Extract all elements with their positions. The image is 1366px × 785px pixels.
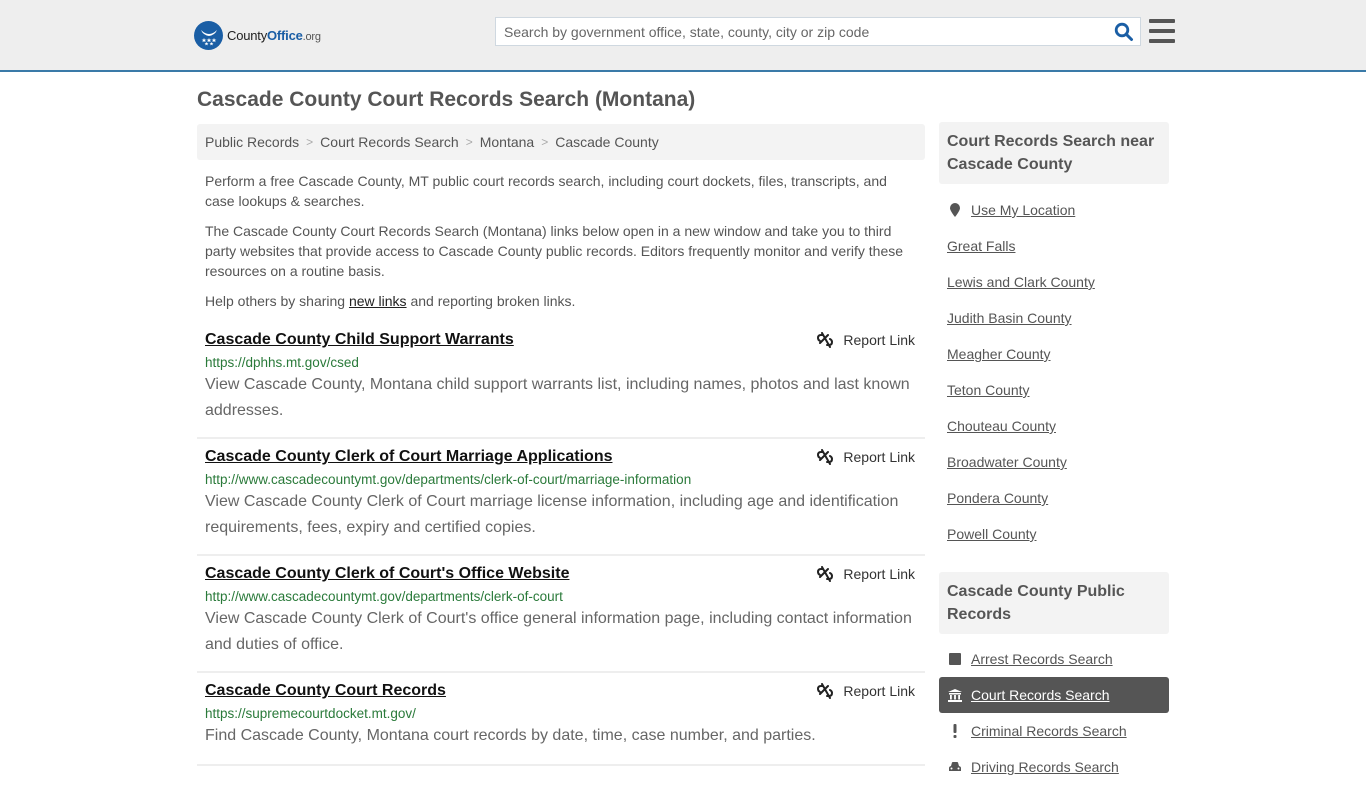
breadcrumb: Public Records > Court Records Search > … xyxy=(197,124,925,160)
result-description: View Cascade County Clerk of Court's off… xyxy=(205,610,912,653)
new-links-link[interactable]: new links xyxy=(349,293,407,309)
nearby-link[interactable]: Pondera County xyxy=(947,490,1048,506)
nearby-item[interactable]: Great Falls xyxy=(939,228,1169,264)
broken-link-icon xyxy=(817,566,834,582)
result-url: http://www.cascadecountymt.gov/departmen… xyxy=(205,472,692,487)
nearby-link[interactable]: Meagher County xyxy=(947,346,1051,362)
result-item: Cascade County Court Records Report Link… xyxy=(197,673,925,766)
breadcrumb-separator-icon: > xyxy=(465,135,473,149)
site-header: CountyOffice.org xyxy=(0,0,1366,72)
broken-link-icon xyxy=(817,449,834,465)
car-icon xyxy=(947,761,963,773)
intro-text-after: and reporting broken links. xyxy=(406,293,576,309)
intro-paragraph-2: The Cascade County Court Records Search … xyxy=(205,223,904,279)
map-pin-icon xyxy=(947,202,963,218)
public-records-section-title: Cascade County Public Records xyxy=(939,572,1169,634)
nearby-link[interactable]: Great Falls xyxy=(947,238,1015,254)
square-icon xyxy=(947,653,963,665)
result-title-link[interactable]: Cascade County Clerk of Court's Office W… xyxy=(205,565,569,583)
nearby-list: Use My Location Great Falls Lewis and Cl… xyxy=(939,192,1169,552)
breadcrumb-court-records-search[interactable]: Court Records Search xyxy=(320,134,459,150)
result-description: View Cascade County Clerk of Court marri… xyxy=(205,493,899,536)
breadcrumb-montana[interactable]: Montana xyxy=(480,134,534,150)
report-link-label: Report Link xyxy=(843,332,915,348)
search-bar xyxy=(495,17,1141,46)
result-description: Find Cascade County, Montana court recor… xyxy=(205,727,816,744)
breadcrumb-separator-icon: > xyxy=(541,135,549,149)
sidebar-item-driving-records[interactable]: Driving Records Search xyxy=(939,749,1169,785)
nearby-link[interactable]: Judith Basin County xyxy=(947,310,1072,326)
intro-paragraph-1: Perform a free Cascade County, MT public… xyxy=(205,173,887,209)
logo-text-county: County xyxy=(227,28,267,43)
exclamation-icon xyxy=(947,724,963,738)
sidebar-link[interactable]: Criminal Records Search xyxy=(971,723,1127,739)
sidebar-item-court-records[interactable]: Court Records Search xyxy=(939,677,1169,713)
nearby-item[interactable]: Chouteau County xyxy=(939,408,1169,444)
result-description: View Cascade County, Montana child suppo… xyxy=(205,376,910,419)
use-my-location-item[interactable]: Use My Location xyxy=(939,192,1169,228)
sidebar-link[interactable]: Driving Records Search xyxy=(971,759,1119,775)
breadcrumb-public-records[interactable]: Public Records xyxy=(205,134,299,150)
nearby-link[interactable]: Broadwater County xyxy=(947,454,1067,470)
nearby-link[interactable]: Powell County xyxy=(947,526,1037,542)
logo-text-org: .org xyxy=(302,31,321,43)
intro-text-before: Help others by sharing xyxy=(205,293,349,309)
nearby-item[interactable]: Powell County xyxy=(939,516,1169,552)
search-icon xyxy=(1114,22,1133,41)
nearby-link[interactable]: Chouteau County xyxy=(947,418,1056,434)
logo-text-office: Office xyxy=(267,28,303,43)
page-title: Cascade County Court Records Search (Mon… xyxy=(197,88,696,111)
result-title-link[interactable]: Cascade County Court Records xyxy=(205,682,446,700)
nearby-section-title: Court Records Search near Cascade County xyxy=(939,122,1169,184)
public-records-list: Arrest Records Search Court Records Sear… xyxy=(939,641,1169,785)
breadcrumb-separator-icon: > xyxy=(306,135,314,149)
nearby-item[interactable]: Broadwater County xyxy=(939,444,1169,480)
nearby-item[interactable]: Teton County xyxy=(939,372,1169,408)
sidebar-link[interactable]: Court Records Search xyxy=(971,687,1110,703)
logo-text: CountyOffice.org xyxy=(227,28,321,43)
courthouse-icon xyxy=(947,688,963,702)
eagle-logo-icon xyxy=(194,21,223,50)
hamburger-menu-icon[interactable] xyxy=(1149,19,1175,43)
logo-link[interactable]: CountyOffice.org xyxy=(194,21,321,50)
use-my-location-link[interactable]: Use My Location xyxy=(971,202,1075,218)
nearby-item[interactable]: Meagher County xyxy=(939,336,1169,372)
nearby-item[interactable]: Pondera County xyxy=(939,480,1169,516)
report-link-label: Report Link xyxy=(843,566,915,582)
search-button[interactable] xyxy=(1108,18,1140,45)
intro-text: Perform a free Cascade County, MT public… xyxy=(205,171,917,321)
result-url: https://dphhs.mt.gov/csed xyxy=(205,355,359,370)
result-url: http://www.cascadecountymt.gov/departmen… xyxy=(205,589,563,604)
report-link-button[interactable]: Report Link xyxy=(817,683,915,699)
report-link-label: Report Link xyxy=(843,683,915,699)
nearby-link[interactable]: Teton County xyxy=(947,382,1030,398)
result-url: https://supremecourtdocket.mt.gov/ xyxy=(205,706,416,721)
report-link-button[interactable]: Report Link xyxy=(817,332,915,348)
result-item: Cascade County Clerk of Court Marriage A… xyxy=(197,439,925,556)
intro-paragraph-3: Help others by sharing new links and rep… xyxy=(205,291,917,311)
broken-link-icon xyxy=(817,332,834,348)
nearby-item[interactable]: Judith Basin County xyxy=(939,300,1169,336)
results-list: Cascade County Child Support Warrants Re… xyxy=(197,322,925,766)
result-title-link[interactable]: Cascade County Clerk of Court Marriage A… xyxy=(205,448,612,466)
nearby-item[interactable]: Lewis and Clark County xyxy=(939,264,1169,300)
sidebar-item-arrest-records[interactable]: Arrest Records Search xyxy=(939,641,1169,677)
broken-link-icon xyxy=(817,683,834,699)
search-input[interactable] xyxy=(496,18,1108,45)
result-item: Cascade County Child Support Warrants Re… xyxy=(197,322,925,439)
report-link-button[interactable]: Report Link xyxy=(817,566,915,582)
breadcrumb-cascade-county[interactable]: Cascade County xyxy=(555,134,659,150)
sidebar-link[interactable]: Arrest Records Search xyxy=(971,651,1113,667)
report-link-label: Report Link xyxy=(843,449,915,465)
nearby-link[interactable]: Lewis and Clark County xyxy=(947,274,1095,290)
result-title-link[interactable]: Cascade County Child Support Warrants xyxy=(205,331,514,349)
report-link-button[interactable]: Report Link xyxy=(817,449,915,465)
sidebar-item-criminal-records[interactable]: Criminal Records Search xyxy=(939,713,1169,749)
result-item: Cascade County Clerk of Court's Office W… xyxy=(197,556,925,673)
